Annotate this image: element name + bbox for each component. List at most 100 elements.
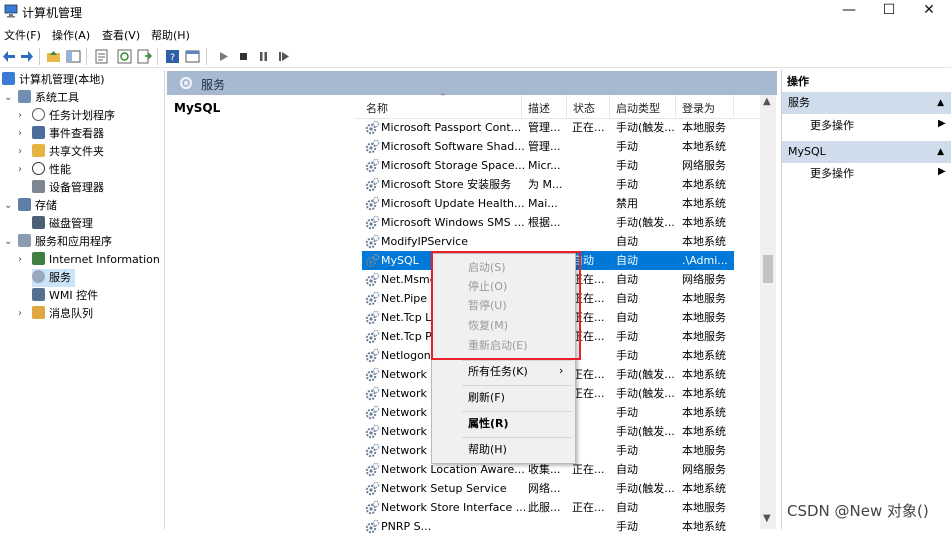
tree-item-iis[interactable]: › Internet Information S [18, 251, 164, 269]
menu-all-tasks[interactable]: 所有任务(K) [468, 362, 528, 382]
table-cell: Microsoft Store 安装服务 [381, 178, 512, 191]
collapse-up-icon[interactable]: ▲ [937, 141, 944, 163]
menu-help[interactable]: 帮助(H) [151, 27, 190, 43]
table-row[interactable]: PNRP S... 手动 本地系统 [362, 517, 734, 536]
submenu-arrow-icon[interactable]: ▶ [938, 166, 946, 177]
column-divider[interactable] [521, 95, 522, 117]
scroll-down-icon[interactable]: ▼ [763, 513, 771, 524]
table-cell: 手动 [616, 520, 638, 533]
table-row[interactable]: Network Setup Service 网络... 手动(触发... 本地系统 [362, 479, 734, 498]
column-divider[interactable] [609, 95, 610, 117]
refresh-icon[interactable] [117, 49, 132, 64]
actions-section-services[interactable]: 服务 ▲ [782, 92, 951, 114]
tree-item-storage[interactable]: ⌄ 存储 [4, 197, 57, 215]
service-gear-icon [365, 310, 380, 325]
tree-item-services-and-apps[interactable]: ⌄ 服务和应用程序 [4, 233, 112, 251]
tree-item-performance[interactable]: › 性能 [18, 161, 71, 179]
column-status[interactable]: 状态 [573, 100, 595, 116]
table-row[interactable]: Microsoft Passport Cont... 管理... 正在... 手动(触… [362, 118, 734, 137]
chevron-right-icon[interactable]: › [18, 125, 22, 143]
column-divider[interactable] [733, 95, 734, 117]
column-logon-as[interactable]: 登录为 [682, 100, 715, 116]
collapse-up-icon[interactable]: ▲ [937, 92, 944, 114]
pause-service-icon[interactable] [256, 49, 271, 64]
tree-item-system-tools[interactable]: ⌄ 系统工具 [4, 89, 79, 107]
menu-file[interactable]: 文件(F) [4, 27, 41, 43]
menu-action[interactable]: 操作(A) [52, 27, 90, 43]
table-cell: 网络服务 [682, 159, 726, 172]
close-button[interactable]: ✕ [906, 0, 951, 22]
service-gear-icon [365, 329, 380, 344]
event-viewer-icon [32, 126, 45, 139]
section-label: MySQL [788, 145, 826, 158]
tree-item-services[interactable]: 服务 [32, 269, 75, 287]
tree-item-task-scheduler[interactable]: › 任务计划程序 [18, 107, 115, 125]
table-row[interactable]: Network Store Interface ... 此服... 正在... 自动 本… [362, 498, 734, 517]
column-divider[interactable] [675, 95, 676, 117]
tree-item-computer-management[interactable]: 计算机管理(本地) [2, 71, 105, 89]
menu-view[interactable]: 查看(V) [102, 27, 140, 43]
show-hide-tree-icon[interactable] [66, 49, 81, 64]
chevron-down-icon[interactable]: ⌄ [4, 233, 12, 251]
table-cell: Microsoft Software Shad... [381, 140, 525, 153]
table-row[interactable]: Microsoft Update Health... Mai... 禁用 本地系统 [362, 194, 734, 213]
chevron-down-icon[interactable]: ⌄ [4, 197, 12, 215]
tree-item-label: WMI 控件 [49, 289, 99, 302]
scroll-up-icon[interactable]: ▲ [763, 96, 771, 107]
table-row[interactable]: Microsoft Storage Space... Micr... 手动 网络服务 [362, 156, 734, 175]
chevron-right-icon[interactable]: › [18, 161, 22, 179]
menu-refresh[interactable]: 刷新(F) [468, 388, 505, 408]
vertical-scrollbar[interactable]: ▲ ▼ [760, 95, 776, 529]
chevron-right-icon[interactable]: › [18, 107, 22, 125]
more-actions-services[interactable]: 更多操作 [810, 116, 854, 136]
help-icon[interactable]: ? [165, 49, 180, 64]
menu-properties[interactable]: 属性(R) [468, 414, 509, 434]
table-cell: 自动 [616, 292, 638, 305]
up-folder-icon[interactable] [46, 49, 61, 64]
column-description[interactable]: 描述 [528, 100, 550, 116]
table-row[interactable]: Microsoft Software Shad... 管理... 手动 本地系统 [362, 137, 734, 156]
table-cell: 手动(触发... [616, 387, 675, 400]
forward-arrow-icon[interactable] [19, 49, 34, 64]
scrollbar-thumb[interactable] [763, 255, 773, 283]
table-cell: Mai... [528, 197, 558, 210]
start-service-icon[interactable] [216, 49, 231, 64]
table-cell: 本地系统 [682, 349, 726, 362]
chevron-right-icon[interactable]: › [18, 143, 22, 161]
properties-icon[interactable] [94, 49, 109, 64]
table-cell: 禁用 [616, 197, 638, 210]
tree-item-event-viewer[interactable]: › 事件查看器 [18, 125, 104, 143]
stop-service-icon[interactable] [236, 49, 251, 64]
chevron-right-icon[interactable]: › [18, 305, 22, 323]
restart-service-icon[interactable] [276, 49, 291, 64]
table-cell: 手动(触发... [616, 482, 675, 495]
tree-item-disk-management[interactable]: 磁盘管理 [32, 215, 93, 233]
console-view-icon[interactable] [185, 49, 200, 64]
column-name[interactable]: 名称 [366, 100, 388, 116]
back-arrow-icon[interactable] [2, 49, 17, 64]
tree-item-message-queue[interactable]: › 消息队列 [18, 305, 93, 323]
service-gear-icon [365, 291, 380, 306]
table-row[interactable]: ModifyIPService 自动 本地系统 [362, 232, 734, 251]
chevron-right-icon[interactable]: › [18, 251, 22, 269]
actions-pane: 操作 服务 ▲ 更多操作 ▶ MySQL ▲ 更多操作 ▶ [781, 70, 951, 529]
actions-section-mysql[interactable]: MySQL ▲ [782, 141, 951, 163]
tree-item-label: 性能 [49, 163, 71, 176]
column-divider[interactable] [566, 95, 567, 117]
submenu-arrow-icon[interactable]: ▶ [938, 118, 946, 129]
export-list-icon[interactable] [137, 49, 152, 64]
more-actions-mysql[interactable]: 更多操作 [810, 164, 854, 184]
tree-item-wmi[interactable]: WMI 控件 [32, 287, 98, 305]
tree-item-shared-folders[interactable]: › 共享文件夹 [18, 143, 104, 161]
table-row[interactable]: Microsoft Store 安装服务 为 M... 手动 本地系统 [362, 175, 734, 194]
computer-management-icon [4, 4, 18, 18]
menu-help[interactable]: 帮助(H) [468, 440, 507, 460]
service-gear-icon [365, 367, 380, 382]
column-startup-type[interactable]: 启动类型 [616, 100, 660, 116]
table-row[interactable]: Microsoft Windows SMS ... 根据... 手动(触发... 本地… [362, 213, 734, 232]
tree-item-device-manager[interactable]: 设备管理器 [32, 179, 104, 197]
disk-icon [32, 216, 45, 229]
service-gear-icon [365, 500, 380, 515]
chevron-down-icon[interactable]: ⌄ [4, 89, 12, 107]
table-cell: 本地系统 [682, 406, 726, 419]
